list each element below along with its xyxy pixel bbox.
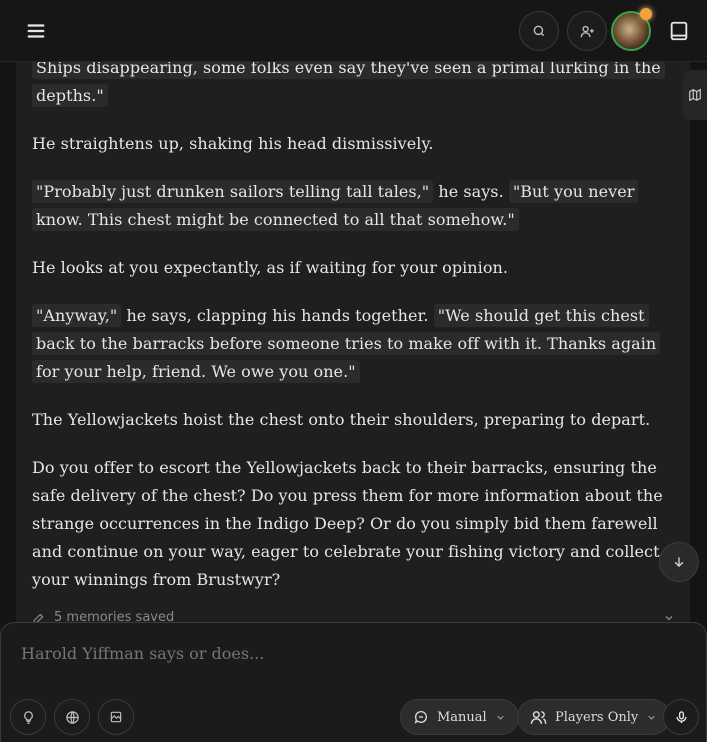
visibility-dropdown[interactable]: Players Only xyxy=(517,699,671,735)
add-user-icon xyxy=(580,24,595,39)
scroll-down-button[interactable] xyxy=(659,542,699,582)
chevron-down-icon xyxy=(646,712,657,723)
composer: Manual Players Only xyxy=(0,622,707,742)
image-button[interactable] xyxy=(98,699,134,735)
avatar[interactable] xyxy=(611,8,652,51)
menu-icon[interactable] xyxy=(24,19,48,43)
idea-button[interactable] xyxy=(10,699,46,735)
map-icon xyxy=(688,88,702,102)
dialogue-quote: Ships disappearing, some folks even say … xyxy=(32,56,665,107)
story-paragraph: He looks at you expectantly, as if waiti… xyxy=(32,258,508,277)
status-star-icon xyxy=(640,8,652,20)
users-icon xyxy=(530,709,547,726)
action-input[interactable] xyxy=(19,643,669,664)
story-paragraph: "Probably just drunken sailors telling t… xyxy=(32,178,672,234)
narration-text: he says, clapping his hands together. xyxy=(121,306,434,325)
top-bar xyxy=(0,0,707,62)
mode-dropdown[interactable]: Manual xyxy=(400,699,519,735)
story-paragraph: He straightens up, shaking his head dism… xyxy=(32,134,434,153)
world-button[interactable] xyxy=(54,699,90,735)
narration-text: he says. xyxy=(433,182,509,201)
arrow-down-icon xyxy=(672,555,686,569)
book-icon[interactable] xyxy=(667,19,691,43)
voice-button[interactable] xyxy=(663,699,699,735)
image-icon xyxy=(109,710,123,724)
mic-icon xyxy=(674,710,689,725)
story-paragraph: "Anyway," he says, clapping his hands to… xyxy=(32,302,672,386)
map-tab[interactable] xyxy=(683,70,707,120)
chat-icon xyxy=(413,709,429,725)
lightbulb-icon xyxy=(21,710,36,725)
story-paragraph: The Yellowjackets hoist the chest onto t… xyxy=(32,410,651,429)
globe-icon xyxy=(65,710,80,725)
search-icon xyxy=(532,24,546,38)
story-paragraph: Ships disappearing, some folks even say … xyxy=(32,54,672,110)
story-paragraph: Do you offer to escort the Yellowjackets… xyxy=(32,458,663,589)
add-user-button[interactable] xyxy=(567,11,607,51)
search-button[interactable] xyxy=(519,11,559,51)
page: Ships disappearing, some folks even say … xyxy=(0,0,707,742)
visibility-label: Players Only xyxy=(555,709,639,725)
story-text: Ships disappearing, some folks even say … xyxy=(32,54,672,614)
chevron-down-icon xyxy=(495,712,506,723)
dialogue-quote: "Probably just drunken sailors telling t… xyxy=(32,180,434,203)
dialogue-quote: "Anyway," xyxy=(32,304,122,327)
mode-label: Manual xyxy=(437,709,487,725)
